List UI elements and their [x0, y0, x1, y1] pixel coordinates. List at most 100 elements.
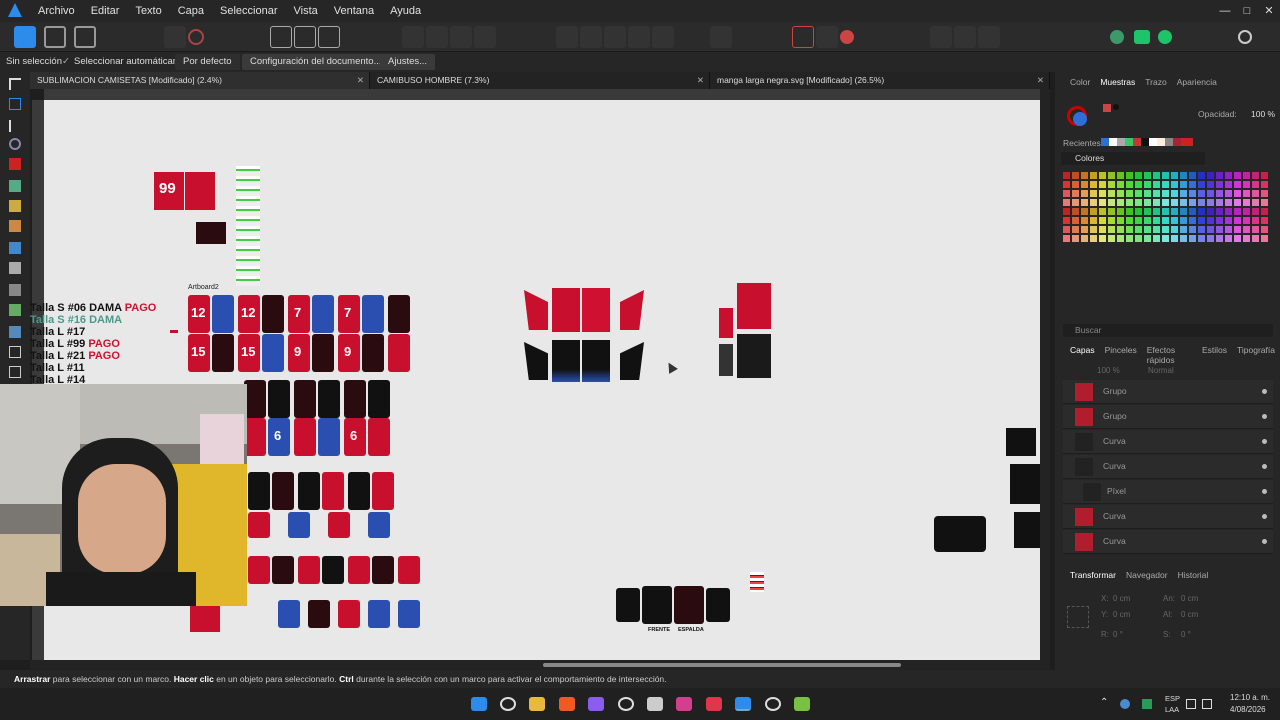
color-swatch[interactable]: [1126, 190, 1133, 197]
color-swatch[interactable]: [1162, 190, 1169, 197]
color-swatch[interactable]: [1144, 172, 1151, 179]
blend-mode[interactable]: Normal: [1148, 366, 1174, 375]
color-swatch[interactable]: [1207, 181, 1214, 188]
boolean-divide-icon[interactable]: [652, 26, 674, 48]
color-swatch[interactable]: [1180, 208, 1187, 215]
color-swatch[interactable]: [1144, 217, 1151, 224]
export-persona-icon[interactable]: [74, 26, 96, 48]
color-swatch[interactable]: [1108, 235, 1115, 242]
color-swatch[interactable]: [1225, 208, 1232, 215]
color-swatch[interactable]: [1162, 208, 1169, 215]
tab-transform[interactable]: Transformar: [1065, 570, 1121, 580]
color-swatch[interactable]: [1135, 199, 1142, 206]
color-swatch[interactable]: [1189, 181, 1196, 188]
color-swatch[interactable]: [1099, 235, 1106, 242]
color-swatch[interactable]: [1108, 208, 1115, 215]
color-swatch[interactable]: [1216, 235, 1223, 242]
studio-icon[interactable]: [1134, 30, 1150, 44]
align-icon[interactable]: [270, 26, 292, 48]
tab-appearance[interactable]: Apariencia: [1172, 77, 1222, 87]
color-swatch[interactable]: [1189, 235, 1196, 242]
color-swatch[interactable]: [1144, 190, 1151, 197]
color-swatch[interactable]: [1063, 235, 1070, 242]
color-swatch[interactable]: [1171, 172, 1178, 179]
color-swatch[interactable]: [1198, 226, 1205, 233]
color-swatch[interactable]: [1243, 190, 1250, 197]
color-swatch[interactable]: [1216, 199, 1223, 206]
color-swatch[interactable]: [1189, 226, 1196, 233]
color-swatch[interactable]: [1162, 217, 1169, 224]
color-swatch[interactable]: [1225, 226, 1232, 233]
color-swatch[interactable]: [1153, 190, 1160, 197]
color-swatch[interactable]: [1135, 226, 1142, 233]
color-swatch[interactable]: [1225, 217, 1232, 224]
color-swatch[interactable]: [1234, 199, 1241, 206]
color-swatch[interactable]: [1135, 190, 1142, 197]
color-swatch[interactable]: [1153, 217, 1160, 224]
color-swatch[interactable]: [1216, 190, 1223, 197]
color-swatch[interactable]: [1153, 181, 1160, 188]
color-swatch[interactable]: [1243, 199, 1250, 206]
color-swatch[interactable]: [1162, 235, 1169, 242]
rotate-icon[interactable]: [450, 26, 472, 48]
color-swatch[interactable]: [1144, 199, 1151, 206]
color-swatch[interactable]: [1144, 181, 1151, 188]
layer-row[interactable]: Curva: [1063, 505, 1273, 529]
height-field[interactable]: 0 cm: [1181, 610, 1198, 619]
affinity-designer-icon[interactable]: [735, 697, 751, 711]
corner-tool-icon[interactable]: [9, 158, 21, 170]
color-swatch[interactable]: [1099, 208, 1106, 215]
color-swatch[interactable]: [1243, 235, 1250, 242]
color-swatch[interactable]: [1234, 235, 1241, 242]
chrome-icon[interactable]: [618, 697, 634, 711]
black-dot-icon[interactable]: [1113, 104, 1119, 110]
vertical-scrollbar[interactable]: [1040, 89, 1050, 660]
color-swatch[interactable]: [1162, 199, 1169, 206]
color-swatch[interactable]: [1081, 172, 1088, 179]
close-tab-icon[interactable]: ✕: [357, 72, 364, 89]
chevron-up-icon[interactable]: ⌃: [1100, 697, 1108, 708]
color-swatch[interactable]: [1234, 217, 1241, 224]
artboard-tool-icon[interactable]: [9, 98, 21, 110]
menu-seleccionar[interactable]: Seleccionar: [212, 5, 285, 17]
color-swatch[interactable]: [1171, 235, 1178, 242]
view-mode-2-icon[interactable]: [954, 26, 976, 48]
color-swatch[interactable]: [1081, 190, 1088, 197]
color-swatch[interactable]: [1180, 235, 1187, 242]
color-swatch[interactable]: [1090, 235, 1097, 242]
color-swatch[interactable]: [1171, 199, 1178, 206]
color-swatch[interactable]: [1135, 181, 1142, 188]
color-swatch[interactable]: [1189, 199, 1196, 206]
move-tool-icon[interactable]: [9, 78, 21, 90]
color-swatch[interactable]: [1090, 217, 1097, 224]
snapping-options-icon[interactable]: [816, 26, 838, 48]
menu-ventana[interactable]: Ventana: [326, 5, 382, 17]
shear-field[interactable]: 0 °: [1181, 630, 1191, 639]
fill-swatch-icon[interactable]: [1073, 112, 1087, 126]
close-tab-icon[interactable]: ✕: [1037, 72, 1044, 89]
color-swatch[interactable]: [1126, 217, 1133, 224]
color-swatch[interactable]: [1180, 199, 1187, 206]
color-swatch[interactable]: [1126, 235, 1133, 242]
volume-icon[interactable]: [1202, 699, 1212, 709]
color-swatch[interactable]: [1063, 172, 1070, 179]
color-swatch[interactable]: [1180, 190, 1187, 197]
node-tool-icon[interactable]: [9, 120, 21, 132]
minimize-icon[interactable]: —: [1214, 0, 1236, 22]
color-swatch[interactable]: [1261, 217, 1268, 224]
color-swatch[interactable]: [1243, 181, 1250, 188]
color-swatch[interactable]: [1099, 181, 1106, 188]
transparency-tool-icon[interactable]: [9, 284, 21, 296]
app-icon[interactable]: [676, 697, 692, 711]
color-swatch[interactable]: [1252, 226, 1259, 233]
color-swatch[interactable]: [1207, 235, 1214, 242]
color-swatch[interactable]: [1081, 217, 1088, 224]
color-swatch[interactable]: [1171, 208, 1178, 215]
tab-quick-effects[interactable]: Efectos rápidos: [1142, 345, 1197, 365]
opacity-value[interactable]: 100 %: [1251, 109, 1275, 119]
color-swatch[interactable]: [1144, 226, 1151, 233]
color-swatch[interactable]: [1189, 172, 1196, 179]
menu-vista[interactable]: Vista: [286, 5, 326, 17]
layer-opacity[interactable]: 100 %: [1097, 366, 1120, 375]
color-swatch[interactable]: [1099, 199, 1106, 206]
